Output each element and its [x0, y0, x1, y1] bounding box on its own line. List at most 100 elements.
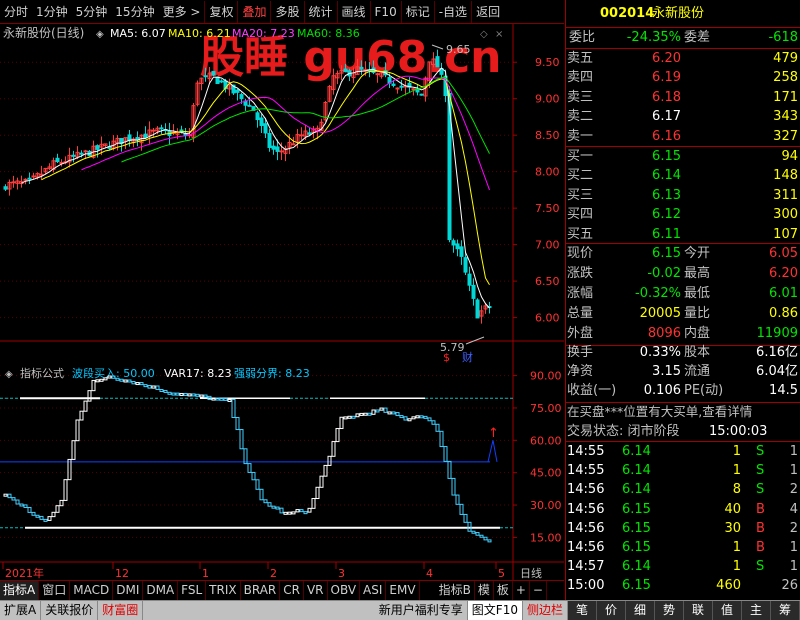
- toolbar-stats[interactable]: 统计: [303, 0, 337, 23]
- toolbar-5min[interactable]: 5分钟: [72, 1, 112, 23]
- indicator-bar: [251, 471, 256, 481]
- toolbar-1min[interactable]: 1分钟: [32, 1, 72, 23]
- status-trend[interactable]: 势: [655, 601, 684, 620]
- status-tick[interactable]: 笔: [568, 601, 597, 620]
- status-main[interactable]: 主: [742, 601, 771, 620]
- status-detail[interactable]: 细: [626, 601, 655, 620]
- fund-value: 6.16亿: [756, 345, 798, 360]
- candle-body: [291, 143, 296, 146]
- buy-row[interactable]: 买三 6.13 311: [566, 186, 800, 206]
- sell-price: 6.20: [652, 51, 681, 66]
- date-label: 2021年: [5, 566, 44, 580]
- price-axis-label: 9.50: [535, 56, 560, 69]
- indicator-bar: [315, 486, 320, 500]
- status-chips[interactable]: 筹: [771, 601, 800, 620]
- price-axis: 9.50 9.00 8.50 8.00 7.50 7.00 6.50 6.00: [513, 56, 560, 325]
- toolbar-mark[interactable]: 标记: [400, 0, 434, 23]
- tab-asi[interactable]: ASI: [360, 581, 387, 600]
- indicator-axis-label: 75.00: [530, 402, 562, 415]
- sell-row[interactable]: 卖一 6.16 327: [566, 127, 800, 147]
- candle-body: [31, 175, 36, 178]
- sell-row[interactable]: 卖二 6.17 343: [566, 107, 800, 127]
- tab-board[interactable]: 板: [494, 581, 513, 600]
- stat-value: 0.86: [769, 306, 798, 321]
- sell-price: 6.17: [652, 109, 681, 125]
- indicator-bar: [411, 416, 416, 420]
- status-f10[interactable]: 图文F10: [467, 601, 523, 620]
- tab-obv[interactable]: OBV: [328, 581, 361, 600]
- sell-row[interactable]: 卖三 6.18 171: [566, 88, 800, 108]
- indicator-bar: [375, 409, 380, 413]
- fund-value: 3.15: [652, 364, 681, 379]
- price-axis-label: 7.00: [535, 239, 560, 252]
- indicator-dropdown-icon[interactable]: ◈: [5, 369, 13, 380]
- toolbar-multi[interactable]: 多股: [270, 0, 303, 23]
- fund-label: 流通: [684, 364, 711, 379]
- status-wealth-circle[interactable]: 财富圈: [98, 601, 144, 620]
- tab-cr[interactable]: CR: [280, 581, 304, 600]
- cai-marker[interactable]: 财: [462, 350, 473, 364]
- chart-toolbar: 分时 1分钟 5分钟 15分钟 更多 > 复权 叠加 多股 统计 画线 F10 …: [0, 0, 564, 24]
- toolbar-15min[interactable]: 15分钟: [111, 1, 158, 23]
- indicator-bar: [371, 409, 376, 415]
- tab-dmi[interactable]: DMI: [113, 581, 144, 600]
- tab-indicator-a[interactable]: 指标A: [0, 581, 40, 600]
- notice-row[interactable]: 在买盘***位置有大买单,查看详情: [566, 402, 800, 422]
- indicator-bar: [79, 410, 84, 421]
- status-value[interactable]: 值: [713, 601, 742, 620]
- status-price[interactable]: 价: [597, 601, 626, 620]
- tab-zoom-in[interactable]: +: [513, 581, 530, 600]
- toolbar-adjust[interactable]: 复权: [204, 0, 237, 23]
- indicator-bar: [299, 509, 304, 513]
- tick-time: 14:56: [567, 540, 605, 555]
- tab-macd[interactable]: MACD: [70, 581, 114, 600]
- toolbar-intraday[interactable]: 分时: [0, 1, 32, 23]
- tab-zoom-out[interactable]: −: [530, 581, 547, 600]
- buy-row[interactable]: 买二 6.14 148: [566, 166, 800, 186]
- stat-value: -0.32%: [635, 286, 681, 301]
- buy-row[interactable]: 买四 6.12 300: [566, 205, 800, 225]
- toolbar-f10[interactable]: F10: [369, 0, 401, 23]
- tab-dma[interactable]: DMA: [143, 581, 179, 600]
- status-related-quote[interactable]: 关联报价: [41, 601, 99, 620]
- expand-icon[interactable]: ◇: [480, 29, 488, 40]
- tab-emv[interactable]: EMV: [386, 581, 420, 600]
- indicator-bar: [367, 412, 372, 416]
- status-new-user[interactable]: 新用户福利专享: [375, 601, 468, 620]
- tab-vr[interactable]: VR: [304, 581, 328, 600]
- s-marker[interactable]: $: [443, 351, 450, 364]
- indicator-bar: [439, 430, 444, 448]
- sell-row[interactable]: 卖四 6.19 258: [566, 68, 800, 88]
- status-sidebar[interactable]: 侧边栏: [523, 601, 568, 620]
- sell-row[interactable]: 卖五 6.20 479: [566, 49, 800, 69]
- toolbar-draw[interactable]: 画线: [336, 0, 370, 23]
- close-icon[interactable]: ×: [495, 29, 503, 40]
- tab-brar[interactable]: BRAR: [241, 581, 281, 600]
- tick-price: 6.14: [622, 444, 651, 459]
- indicator-bar: [127, 379, 132, 383]
- tab-template[interactable]: 模: [475, 581, 494, 600]
- indicator-tabbar: 指标A 窗口 MACD DMI DMA FSL TRIX BRAR CR VR …: [0, 580, 564, 600]
- tab-fsl[interactable]: FSL: [178, 581, 207, 600]
- toolbar-watchlist[interactable]: -自选: [433, 0, 471, 23]
- indicator-label[interactable]: 指标公式: [20, 366, 64, 380]
- toolbar-more[interactable]: 更多 >: [159, 1, 205, 23]
- tab-indicator-b[interactable]: 指标B: [436, 581, 475, 600]
- buy-row[interactable]: 买五 6.11 107: [566, 225, 800, 245]
- candles: [3, 49, 492, 324]
- status-extend[interactable]: 扩展A: [0, 601, 42, 620]
- buy-price: 6.15: [652, 149, 681, 164]
- stat-label: 涨幅: [567, 286, 594, 301]
- dropdown-arrow-icon[interactable]: ◈: [96, 29, 104, 40]
- tab-trix[interactable]: TRIX: [206, 581, 241, 600]
- toolbar-back[interactable]: 返回: [471, 0, 504, 23]
- tick-count: 2: [789, 482, 798, 498]
- toolbar-overlay[interactable]: 叠加: [237, 0, 270, 23]
- buy-row[interactable]: 买一 6.15 94: [566, 147, 800, 167]
- indicator-bar: [391, 411, 396, 415]
- kline-chart[interactable]: 股睡 gu68.cn 永新股份(日线) ◈ MA5: 6.07 MA10: 6.…: [0, 24, 564, 580]
- indicator-bar: [91, 379, 96, 392]
- status-link[interactable]: 联: [684, 601, 713, 620]
- tick-time: 15:00: [567, 578, 605, 594]
- tab-window[interactable]: 窗口: [39, 581, 71, 600]
